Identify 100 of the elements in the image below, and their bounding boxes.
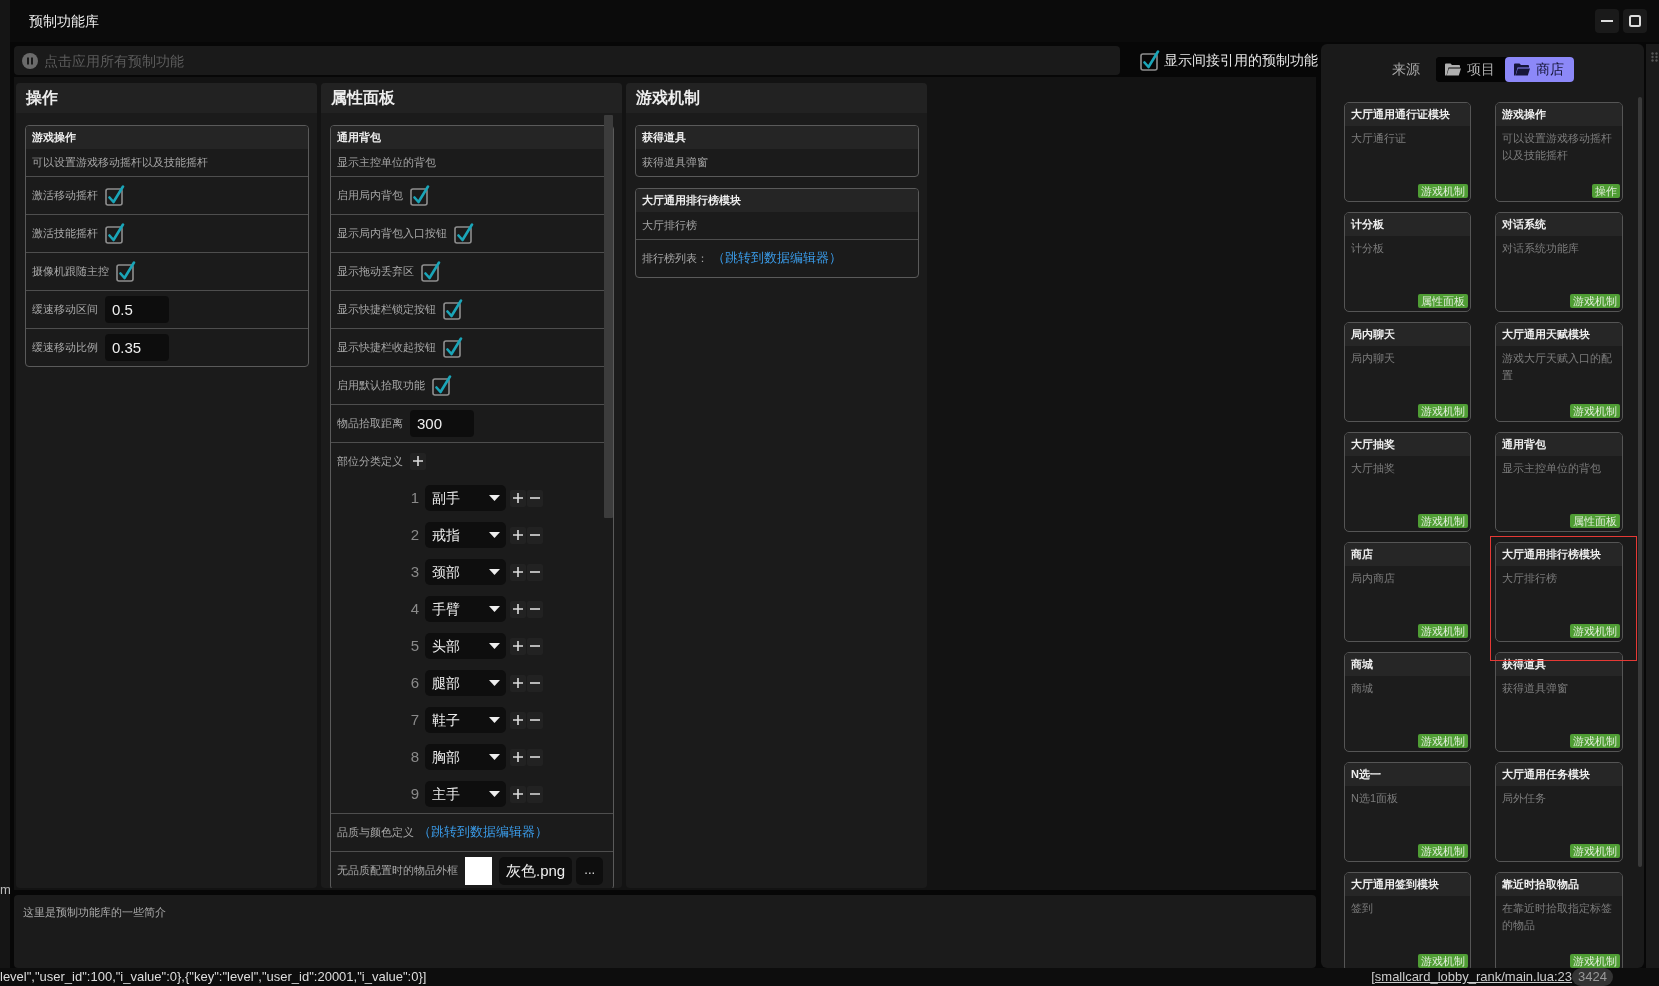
source-label: 来源 (1391, 60, 1420, 79)
caret-icon (489, 680, 500, 686)
source-link[interactable]: [smallcard_lobby_rank/main.lua:23 (1371, 968, 1573, 986)
remove-button[interactable] (527, 637, 543, 655)
column-header: 属性面板 (321, 83, 622, 113)
dropdown[interactable]: 腿部 (425, 670, 506, 696)
add-button[interactable] (510, 674, 526, 692)
dropdown[interactable]: 戒指 (425, 522, 506, 548)
prefab-card[interactable]: 大厅通用签到模块 签到 游戏机制 (1344, 872, 1471, 968)
checkbox[interactable] (1140, 50, 1160, 71)
remove-button[interactable] (527, 711, 543, 729)
remove-button[interactable] (527, 674, 543, 692)
prefab-card[interactable]: 大厅通用排行榜模块 大厅排行榜 游戏机制 (1495, 542, 1623, 642)
field-label: 显示局内背包入口按钮 (337, 226, 447, 241)
add-button[interactable] (410, 452, 426, 470)
card-title: N选一 (1345, 763, 1470, 786)
row-number: 9 (409, 784, 419, 804)
dropdown[interactable]: 胸部 (425, 744, 506, 770)
scrollbar[interactable] (604, 115, 613, 518)
remove-button[interactable] (527, 563, 543, 581)
editor-link[interactable]: （跳转到数据编辑器） (418, 824, 548, 841)
prefab-card[interactable]: 计分板 计分板 属性面板 (1344, 212, 1471, 312)
pause-icon[interactable] (22, 52, 38, 69)
checkbox[interactable] (454, 223, 474, 244)
checkbox[interactable] (432, 375, 452, 396)
scrollbar[interactable] (1638, 97, 1642, 867)
card-description: 对话系统功能库 (1501, 241, 1580, 256)
source-tab[interactable]: 商店 (1504, 57, 1574, 82)
caret-icon (489, 606, 500, 612)
search-field[interactable]: 点击应用所有预制功能 (14, 46, 1120, 75)
card-description: 局内聊天 (1350, 351, 1396, 366)
category-tag: 游戏机制 (1418, 734, 1468, 748)
checkbox[interactable] (105, 223, 125, 244)
card-title: 大厅通用任务模块 (1496, 763, 1622, 786)
dropdown[interactable]: 副手 (425, 485, 506, 511)
add-button[interactable] (510, 748, 526, 766)
category-tag: 游戏机制 (1418, 844, 1468, 858)
plus-icon (513, 604, 523, 614)
remove-button[interactable] (527, 600, 543, 618)
checkbox[interactable] (421, 261, 441, 282)
prefab-card[interactable]: 商店 局内商店 游戏机制 (1344, 542, 1471, 642)
row-number: 5 (409, 636, 419, 656)
dropdown[interactable]: 鞋子 (425, 707, 506, 733)
add-button[interactable] (510, 600, 526, 618)
dropdown[interactable]: 主手 (425, 781, 506, 807)
category-tag: 操作 (1592, 184, 1620, 198)
add-button[interactable] (510, 489, 526, 507)
add-button[interactable] (510, 711, 526, 729)
caret-icon (489, 532, 500, 538)
remove-button[interactable] (527, 748, 543, 766)
plus-icon (513, 789, 523, 799)
card-title: 商城 (1345, 653, 1470, 676)
maximize-button[interactable] (1623, 9, 1647, 33)
prefab-card[interactable]: 大厅通用天赋模块 游戏大厅天赋入口的配置 游戏机制 (1495, 322, 1623, 422)
minimize-button[interactable] (1595, 9, 1619, 33)
prefab-card[interactable]: 对话系统 对话系统功能库 游戏机制 (1495, 212, 1623, 312)
remove-button[interactable] (527, 489, 543, 507)
file-field[interactable]: 灰色.png (499, 856, 573, 885)
add-button[interactable] (510, 637, 526, 655)
card-title: 商店 (1345, 543, 1470, 566)
checkbox[interactable] (410, 185, 430, 206)
checkbox[interactable] (443, 337, 463, 358)
row-number: 3 (409, 562, 419, 582)
add-button[interactable] (510, 785, 526, 803)
add-button[interactable] (510, 563, 526, 581)
number-field[interactable]: 0.35 (105, 334, 169, 361)
card-title: 通用背包 (1496, 433, 1622, 456)
dropdown[interactable]: 颈部 (425, 559, 506, 585)
number-field[interactable]: 0.5 (105, 296, 169, 323)
prefab-card[interactable]: 局内聊天 局内聊天 游戏机制 (1344, 322, 1471, 422)
browse-button[interactable]: ... (576, 856, 604, 885)
checkbox[interactable] (105, 185, 125, 206)
prefab-card[interactable]: N选一 N选1面板 游戏机制 (1344, 762, 1471, 862)
field-label: 启用默认拾取功能 (337, 378, 425, 393)
field-label: 部位分类定义 (337, 453, 403, 469)
field-label: 显示快捷栏收起按钮 (337, 340, 436, 355)
prefab-card[interactable]: 游戏操作 可以设置游戏移动摇杆以及技能摇杆 操作 (1495, 102, 1623, 202)
prefab-card[interactable]: 大厅通用任务模块 局外任务 游戏机制 (1495, 762, 1623, 862)
category-tag: 游戏机制 (1418, 624, 1468, 638)
grip-icon[interactable] (1651, 51, 1658, 62)
add-button[interactable] (510, 526, 526, 544)
dropdown[interactable]: 手臂 (425, 596, 506, 622)
row-number: 4 (409, 599, 419, 619)
checkbox[interactable] (443, 299, 463, 320)
card-description: 商城 (1350, 681, 1374, 696)
prefab-card[interactable]: 通用背包 显示主控单位的背包 属性面板 (1495, 432, 1623, 532)
prefab-card[interactable]: 靠近时拾取物品 在靠近时拾取指定标签的物品 游戏机制 (1495, 872, 1623, 968)
card-description: 在靠近时拾取指定标签的物品 (1501, 901, 1613, 933)
swatch-icon (465, 856, 492, 885)
caret-icon (489, 643, 500, 649)
remove-button[interactable] (527, 526, 543, 544)
dropdown[interactable]: 头部 (425, 633, 506, 659)
prefab-card[interactable]: 大厅抽奖 大厅抽奖 游戏机制 (1344, 432, 1471, 532)
prefab-card[interactable]: 商城 商城 游戏机制 (1344, 652, 1471, 752)
number-field[interactable]: 300 (410, 410, 474, 437)
editor-link[interactable]: （跳转到数据编辑器） (712, 250, 842, 267)
card-description: 可以设置游戏移动摇杆以及技能摇杆 (31, 155, 209, 170)
remove-button[interactable] (527, 785, 543, 803)
prefab-card[interactable]: 大厅通用通行证模块 大厅通行证 游戏机制 (1344, 102, 1471, 202)
checkbox[interactable] (116, 261, 136, 282)
